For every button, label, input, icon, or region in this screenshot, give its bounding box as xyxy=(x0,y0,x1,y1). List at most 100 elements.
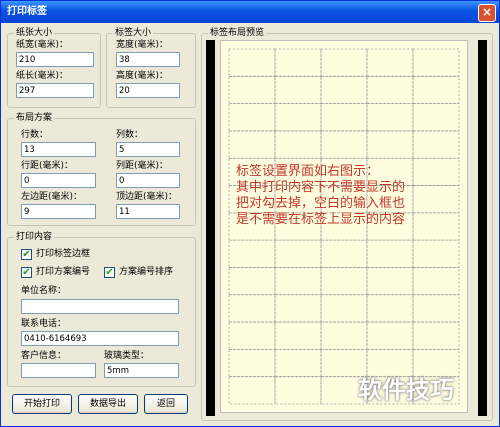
back-button[interactable]: 返回 xyxy=(144,394,188,414)
label-size-caption: 标签大小 xyxy=(113,28,154,39)
label-cell xyxy=(274,267,322,296)
col-gap-label: 列距(毫米)： xyxy=(116,161,169,171)
note-line: 把对勾去掉，空白的输入框也 xyxy=(236,196,406,211)
preview-right-edge xyxy=(478,40,487,416)
preview-left-edge xyxy=(206,40,215,416)
left-margin-label: 左边距(毫米)： xyxy=(21,192,83,202)
customer-info-input[interactable] xyxy=(21,363,96,378)
label-cell xyxy=(274,294,322,323)
title-bar: 打印标签 × xyxy=(1,1,499,23)
check-icon: ✔ xyxy=(22,267,31,278)
label-cell xyxy=(366,130,414,159)
paper-size-caption: 纸张大小 xyxy=(14,28,55,39)
label-cell xyxy=(412,212,460,241)
label-cell xyxy=(320,130,368,159)
top-margin-label: 顶边距(毫米)： xyxy=(116,192,178,202)
label-cell xyxy=(320,321,368,350)
label-cell xyxy=(366,267,414,296)
label-cell xyxy=(366,239,414,268)
label-cell xyxy=(228,348,276,378)
label-cell xyxy=(412,185,460,214)
label-cell xyxy=(228,75,276,105)
print-border-checkbox[interactable]: ✔ xyxy=(21,249,32,260)
label-cell xyxy=(320,239,368,268)
start-print-button[interactable]: 开始打印 xyxy=(12,394,72,414)
window-title: 打印标签 xyxy=(7,6,47,17)
label-cell xyxy=(274,376,322,405)
glass-type-label: 玻璃类型： xyxy=(104,351,150,361)
label-cell xyxy=(412,157,460,186)
label-width-input[interactable]: 38 xyxy=(116,52,180,67)
left-margin-input[interactable]: 9 xyxy=(21,204,96,219)
label-cell xyxy=(274,321,322,350)
layout-caption: 布局方案 xyxy=(14,113,55,124)
paper-width-input[interactable]: 210 xyxy=(16,52,94,67)
phone-input[interactable]: 0410-6164693 xyxy=(21,331,179,346)
label-cell xyxy=(412,267,460,296)
preview-caption: 标签布局预览 xyxy=(208,28,267,39)
top-margin-input[interactable]: 11 xyxy=(116,204,180,219)
scheme-no-sort-checkbox[interactable]: ✔ xyxy=(104,267,115,278)
print-content-caption: 打印内容 xyxy=(14,232,55,243)
check-icon: ✔ xyxy=(22,249,31,260)
rows-label: 行数： xyxy=(21,130,49,140)
phone-label: 联系电话： xyxy=(21,319,67,329)
label-cell xyxy=(412,130,460,159)
label-cell xyxy=(366,75,414,105)
paper-length-input[interactable]: 297 xyxy=(16,83,94,98)
label-cell xyxy=(228,48,276,77)
note-line: 其中打印内容下不需要显示的 xyxy=(236,180,406,195)
print-scheme-no-checkbox[interactable]: ✔ xyxy=(21,267,32,278)
col-gap-input[interactable]: 0 xyxy=(116,173,180,188)
label-cell xyxy=(228,103,276,132)
row-gap-label: 行距(毫米)： xyxy=(21,161,74,171)
label-cell xyxy=(228,130,276,159)
preview-note: 标签设置界面如右图示： 其中打印内容下不需要显示的 把对勾去掉，空白的输入框也 … xyxy=(236,164,405,228)
label-cell xyxy=(274,130,322,159)
label-cell xyxy=(412,103,460,132)
label-cell xyxy=(228,239,276,268)
rows-input[interactable]: 13 xyxy=(21,142,96,157)
paper-length-label: 纸长(毫米)： xyxy=(16,71,69,81)
label-cell xyxy=(366,103,414,132)
label-cell xyxy=(274,48,322,77)
label-cell xyxy=(412,75,460,105)
label-cell xyxy=(412,48,460,77)
label-cell xyxy=(228,376,276,405)
label-cell xyxy=(228,321,276,350)
check-icon: ✔ xyxy=(105,267,114,278)
label-cell xyxy=(228,294,276,323)
label-height-input[interactable]: 20 xyxy=(116,83,180,98)
cols-input[interactable]: 5 xyxy=(116,142,180,157)
glass-type-input[interactable]: 5mm xyxy=(104,363,179,378)
label-cell xyxy=(412,239,460,268)
print-scheme-no-label: 打印方案编号 xyxy=(36,267,91,277)
close-button[interactable]: × xyxy=(478,4,496,22)
note-line: 标签设置界面如右图示： xyxy=(236,164,380,179)
label-height-label: 高度(毫米)： xyxy=(116,71,169,81)
note-line: 是不需要在标签上显示的内容 xyxy=(236,212,406,227)
label-cell xyxy=(320,48,368,77)
label-cell xyxy=(274,348,322,378)
label-cell xyxy=(366,48,414,77)
print-border-label: 打印标签边框 xyxy=(36,249,91,259)
export-data-button[interactable]: 数据导出 xyxy=(78,394,138,414)
label-cell xyxy=(412,294,460,323)
row-gap-input[interactable]: 0 xyxy=(21,173,96,188)
label-cell xyxy=(320,294,368,323)
customer-info-label: 客户信息： xyxy=(21,351,67,361)
unit-name-label: 单位名称： xyxy=(21,286,67,296)
label-cell xyxy=(412,321,460,350)
label-cell xyxy=(320,75,368,105)
unit-name-input[interactable] xyxy=(21,299,179,314)
label-cell xyxy=(274,103,322,132)
scheme-no-sort-label: 方案编号排序 xyxy=(119,267,174,277)
label-cell xyxy=(320,267,368,296)
label-cell xyxy=(366,294,414,323)
label-cell xyxy=(274,239,322,268)
label-width-label: 宽度(毫米)： xyxy=(116,40,169,50)
label-cell xyxy=(320,103,368,132)
label-cell xyxy=(228,267,276,296)
paper-width-label: 纸宽(毫米)： xyxy=(16,40,69,50)
label-cell xyxy=(366,321,414,350)
